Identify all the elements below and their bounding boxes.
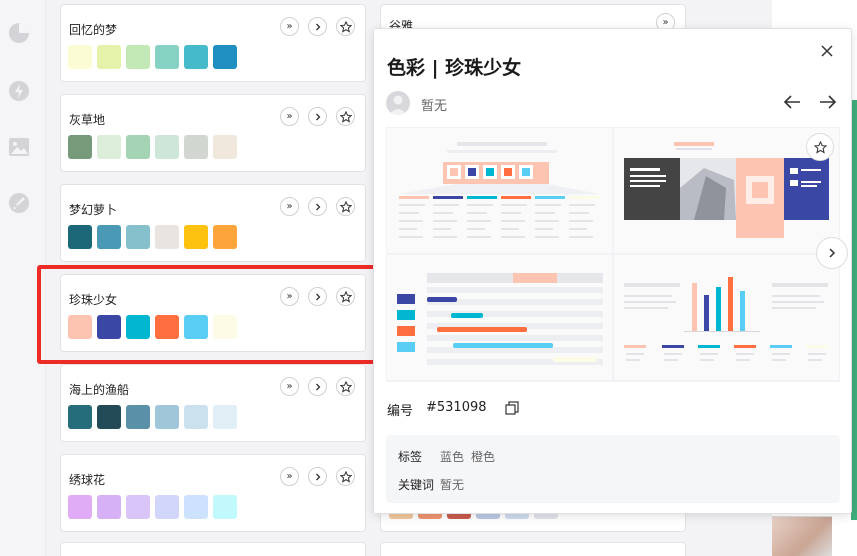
color-swatch[interactable] <box>68 135 92 159</box>
color-swatch[interactable] <box>126 225 150 249</box>
palette-code: #531098 <box>426 400 487 415</box>
apply-all-button[interactable]: » <box>280 17 299 36</box>
keywords-label: 关键词 <box>398 478 435 492</box>
palette-card[interactable]: 谷雅 » <box>380 4 686 33</box>
palette-preview <box>386 127 848 382</box>
color-swatch[interactable] <box>184 405 208 429</box>
star-icon[interactable] <box>806 133 834 161</box>
tag-item[interactable]: 橙色 <box>471 448 495 465</box>
palette-card[interactable] <box>60 542 366 556</box>
color-swatch[interactable] <box>213 495 237 519</box>
pie-chart-icon[interactable] <box>8 22 30 44</box>
palette-swatches <box>68 225 237 249</box>
arrow-right-icon[interactable] <box>818 93 838 111</box>
palette-swatches <box>68 495 237 519</box>
code-label: 编号 <box>387 404 414 419</box>
color-swatch[interactable] <box>97 225 121 249</box>
palette-card[interactable]: 回忆的梦 » <box>60 4 366 82</box>
color-swatch[interactable] <box>97 135 121 159</box>
brush-icon[interactable] <box>8 192 30 214</box>
chevron-right-icon[interactable] <box>308 377 327 396</box>
tag-item[interactable]: 蓝色 <box>440 448 464 465</box>
chevron-right-icon[interactable] <box>308 467 327 486</box>
keywords-value: 暂无 <box>440 478 465 492</box>
color-swatch[interactable] <box>68 225 92 249</box>
color-swatch[interactable] <box>184 225 208 249</box>
color-swatch[interactable] <box>155 495 179 519</box>
selection-highlight <box>37 265 426 364</box>
palette-card[interactable]: 海上的渔船 » <box>60 364 366 442</box>
apply-all-button[interactable]: » <box>280 467 299 486</box>
color-swatch[interactable] <box>155 135 179 159</box>
star-icon[interactable] <box>336 377 355 396</box>
color-swatch[interactable] <box>155 45 179 69</box>
color-swatch[interactable] <box>213 45 237 69</box>
close-icon[interactable] <box>819 43 835 59</box>
palette-card[interactable]: 绣球花 » <box>60 454 366 532</box>
star-icon[interactable] <box>336 17 355 36</box>
palette-meta: 标签 蓝色 橙色 关键词 暂无 <box>386 435 840 503</box>
preview-gantt <box>387 255 612 380</box>
color-swatch[interactable] <box>68 45 92 69</box>
color-swatch[interactable] <box>213 225 237 249</box>
star-icon[interactable] <box>336 197 355 216</box>
color-swatch[interactable] <box>97 405 121 429</box>
color-swatch[interactable] <box>184 135 208 159</box>
color-swatch[interactable] <box>126 495 150 519</box>
apply-all-button[interactable]: » <box>280 377 299 396</box>
apply-all-button[interactable]: » <box>280 107 299 126</box>
palette-swatches <box>68 405 237 429</box>
palette-name: 灰草地 <box>69 113 106 127</box>
preview-bar-chart <box>614 255 839 380</box>
palette-name: 梦幻萝卜 <box>69 203 118 217</box>
color-swatch[interactable] <box>68 495 92 519</box>
palette-card[interactable]: 梦幻萝卜 » <box>60 184 366 262</box>
chevron-right-icon[interactable] <box>816 237 848 269</box>
color-swatch[interactable] <box>97 495 121 519</box>
bolt-icon[interactable] <box>8 80 30 102</box>
palette-card[interactable] <box>380 542 686 556</box>
color-swatch[interactable] <box>68 405 92 429</box>
chevron-right-icon[interactable] <box>308 197 327 216</box>
color-swatch[interactable] <box>97 45 121 69</box>
copy-icon[interactable] <box>505 401 519 415</box>
preview-table <box>387 128 612 253</box>
color-swatch[interactable] <box>155 405 179 429</box>
apply-all-button[interactable]: » <box>280 197 299 216</box>
color-swatch[interactable] <box>213 135 237 159</box>
palette-card[interactable]: 灰草地 » <box>60 94 366 172</box>
palette-swatches <box>68 135 237 159</box>
palette-swatches <box>68 45 237 69</box>
image-icon[interactable] <box>8 136 30 158</box>
color-swatch[interactable] <box>184 495 208 519</box>
star-icon[interactable] <box>336 107 355 126</box>
color-swatch[interactable] <box>213 405 237 429</box>
chevron-right-icon[interactable] <box>308 107 327 126</box>
avatar <box>386 91 410 115</box>
palette-detail-panel: 色彩 | 珍珠少女 暂无 编号 #531098 标签 蓝色 橙色 关键词 暂无 <box>373 28 852 514</box>
detail-title: 色彩 | 珍珠少女 <box>387 57 522 79</box>
thumbnail-image <box>772 516 832 556</box>
author-name: 暂无 <box>421 99 448 114</box>
color-swatch[interactable] <box>126 405 150 429</box>
tags-label: 标签 <box>398 450 423 464</box>
color-swatch[interactable] <box>155 225 179 249</box>
palette-name: 绣球花 <box>69 473 106 487</box>
star-icon[interactable] <box>336 467 355 486</box>
color-swatch[interactable] <box>184 45 208 69</box>
palette-name: 海上的渔船 <box>69 383 130 397</box>
arrow-left-icon[interactable] <box>782 93 802 111</box>
palette-name: 回忆的梦 <box>69 23 118 37</box>
color-swatch[interactable] <box>126 45 150 69</box>
color-swatch[interactable] <box>126 135 150 159</box>
chevron-right-icon[interactable] <box>308 17 327 36</box>
